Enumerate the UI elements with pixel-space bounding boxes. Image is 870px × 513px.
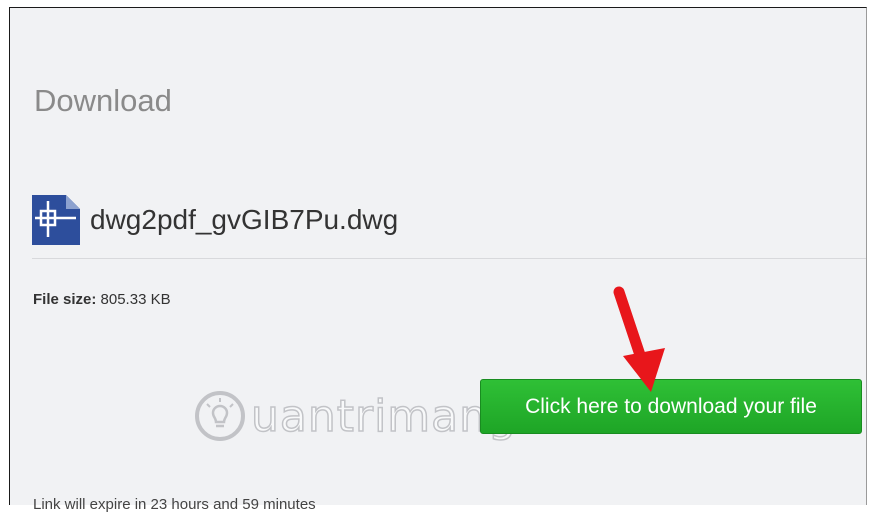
file-size-value: 805.33 KB [100,291,171,308]
divider [32,258,866,259]
file-name: dwg2pdf_gvGIB7Pu.dwg [90,204,399,235]
lightbulb-icon [195,391,245,441]
page-title: Download [34,83,172,118]
cad-file-icon [32,195,80,245]
file-row: dwg2pdf_gvGIB7Pu.dwg [32,195,398,245]
watermark: uantrimang [193,389,517,443]
file-size-label: File size: [33,291,97,308]
watermark-text: uantrimang [250,390,517,443]
file-size: File size: 805.33 KB [33,291,171,308]
red-arrow-icon [613,286,665,392]
content-panel: Download dwg2pdf_gvGIB7Pu.dwg File size:… [9,7,867,513]
